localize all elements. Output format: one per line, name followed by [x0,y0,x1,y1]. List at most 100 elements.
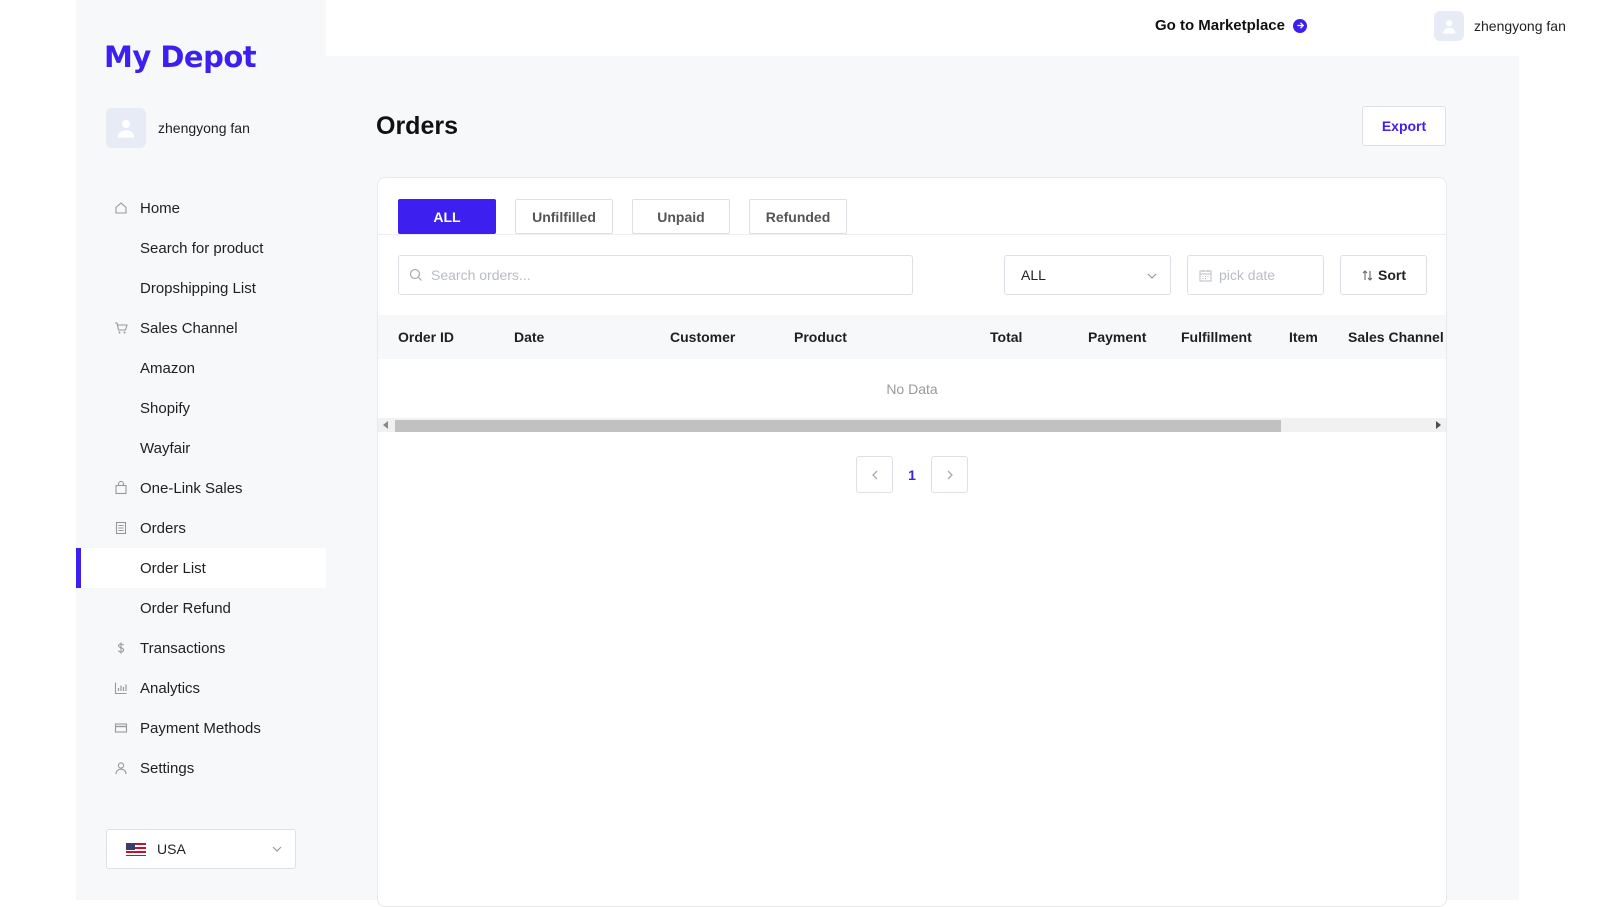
dollar-icon [114,641,128,655]
column-header-product[interactable]: Product [794,329,847,345]
sort-label: Sort [1378,267,1406,283]
column-header-customer[interactable]: Customer [670,329,735,345]
scrollbar-thumb[interactable] [395,420,1281,432]
user-icon [117,119,135,138]
divider [378,234,1446,235]
status-filter-value: ALL [1021,267,1046,283]
user-icon [114,761,128,775]
sidebar-item-order-list[interactable]: Order List [76,548,326,588]
search-input[interactable] [431,267,901,283]
sidebar-item-shopify[interactable]: Shopify [76,388,326,428]
column-header-order-id[interactable]: Order ID [398,329,454,345]
country-select[interactable]: USA [106,829,296,869]
search-box [398,255,913,295]
document-icon [114,521,128,535]
sidebar-item-home[interactable]: Home [76,188,326,228]
empty-state-text: No Data [886,381,938,397]
us-flag-icon [126,842,146,856]
scroll-left-arrow-icon[interactable] [383,421,388,429]
arrow-circle-right-icon [1293,18,1307,33]
tab-unfulfilled[interactable]: Unfilfilled [515,199,613,234]
sidebar-item-search-for-product[interactable]: Search for product [76,228,326,268]
chevron-left-icon [871,470,877,479]
sidebar-item-order-refund[interactable]: Order Refund [76,588,326,628]
sidebar-user[interactable]: zhengyong fan [106,108,250,148]
chevron-down-icon [1147,273,1157,279]
chevron-down-icon [272,846,282,852]
go-to-marketplace-link[interactable]: Go to Marketplace [1155,17,1307,34]
tab-refunded[interactable]: Refunded [749,199,847,234]
column-header-total[interactable]: Total [990,329,1022,345]
search-icon [409,268,422,281]
user-icon [1442,19,1456,34]
sidebar-item-label: One-Link Sales [140,479,243,497]
bag-icon [114,481,128,495]
sidebar-item-label: Transactions [140,639,226,657]
sidebar-item-analytics[interactable]: Analytics [76,668,326,708]
export-button[interactable]: Export [1362,106,1446,146]
app-shell: My Depot zhengyong fan Home Search for p… [76,0,1566,907]
sidebar-item-transactions[interactable]: Transactions [76,628,326,668]
table-header: Order ID Date Customer Product Total Pay… [378,315,1446,359]
sidebar-item-label: Payment Methods [140,719,261,737]
sidebar-item-label: Sales Channel [140,319,238,337]
page-title: Orders [376,112,458,140]
sidebar-item-sales-channel[interactable]: Sales Channel [76,308,326,348]
date-picker-placeholder: pick date [1219,267,1276,283]
sidebar-item-wayfair[interactable]: Wayfair [76,428,326,468]
column-header-fulfillment[interactable]: Fulfillment [1181,329,1252,345]
sidebar: My Depot zhengyong fan Home Search for p… [76,0,326,900]
sidebar-item-label: Order List [140,559,206,577]
marketplace-link-label: Go to Marketplace [1154,17,1285,34]
sidebar-item-settings[interactable]: Settings [76,748,326,788]
sidebar-item-dropshipping-list[interactable]: Dropshipping List [76,268,326,308]
sort-button[interactable]: Sort [1340,255,1427,295]
date-picker[interactable]: pick date [1187,255,1324,295]
topbar-user-menu[interactable]: zhengyong fan [1434,11,1566,41]
sidebar-item-label: Wayfair [140,439,191,457]
chevron-right-icon [947,470,953,479]
credit-card-icon [114,721,128,735]
horizontal-scrollbar[interactable] [378,418,1446,432]
orders-card: ALL Unfilfilled Unpaid Refunded ALL pick… [377,177,1447,907]
column-header-item[interactable]: Item [1289,329,1318,345]
page-number[interactable]: 1 [893,467,931,483]
sidebar-nav: Home Search for product Dropshipping Lis… [76,188,326,788]
topbar: Go to Marketplace zhengyong fan [326,0,1566,56]
avatar [1434,11,1464,41]
sidebar-item-label: Order Refund [140,599,231,617]
sort-icon [1362,269,1373,281]
sidebar-item-payment-methods[interactable]: Payment Methods [76,708,326,748]
calendar-icon [1199,269,1212,281]
country-label: USA [157,841,186,857]
sidebar-user-name: zhengyong fan [158,120,250,136]
sidebar-item-orders[interactable]: Orders [76,508,326,548]
status-filter-select[interactable]: ALL [1004,255,1171,295]
sidebar-item-label: Dropshipping List [140,279,256,297]
pagination: 1 [856,456,968,493]
prev-page-button[interactable] [856,456,893,493]
sidebar-item-label: Analytics [140,679,201,697]
next-page-button[interactable] [931,456,968,493]
avatar [106,108,146,148]
sidebar-item-label: Home [140,199,181,217]
column-header-date[interactable]: Date [514,329,544,345]
order-status-tabs: ALL Unfilfilled Unpaid Refunded [398,199,866,234]
bar-chart-icon [114,681,128,695]
logo[interactable]: My Depot [104,40,257,74]
column-header-payment[interactable]: Payment [1088,329,1146,345]
tab-all[interactable]: ALL [398,199,496,234]
sidebar-item-label: Shopify [140,399,191,417]
sidebar-item-label: Settings [140,759,195,777]
home-icon [114,201,128,215]
sidebar-item-label: Amazon [140,359,196,377]
sidebar-item-one-link-sales[interactable]: One-Link Sales [76,468,326,508]
scroll-right-arrow-icon[interactable] [1436,421,1441,429]
tab-unpaid[interactable]: Unpaid [632,199,730,234]
column-header-sales-channel[interactable]: Sales Channel [1348,329,1444,345]
sidebar-item-label: Search for product [140,239,264,257]
main-content: Orders Export ALL Unfilfilled Unpaid Ref… [326,56,1519,907]
sidebar-item-amazon[interactable]: Amazon [76,348,326,388]
sidebar-item-label: Orders [140,519,186,537]
cart-icon [114,321,128,335]
